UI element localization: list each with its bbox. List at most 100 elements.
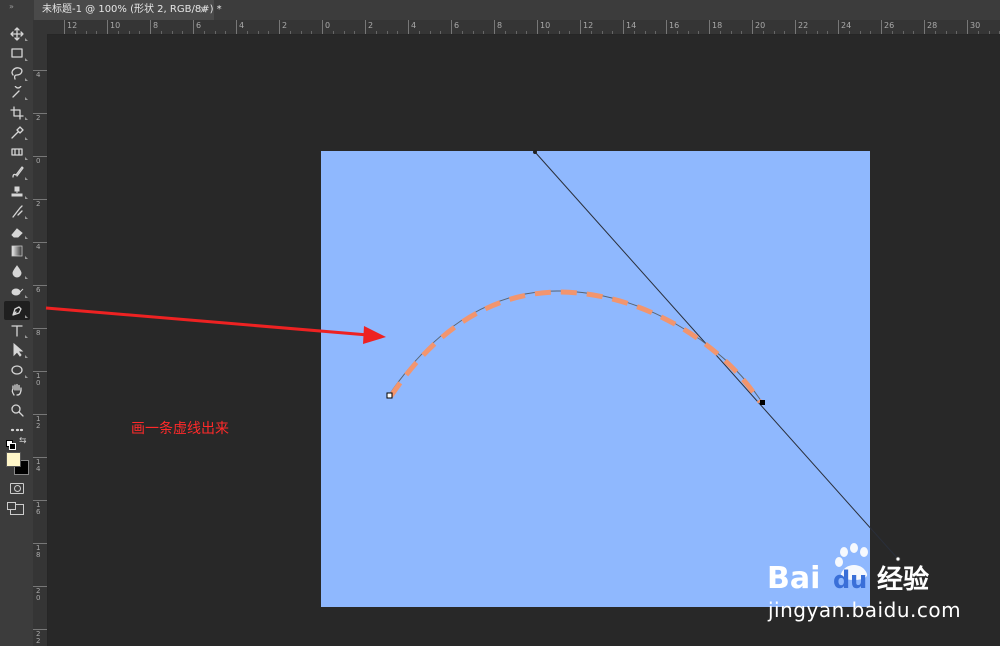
eraser-icon (11, 227, 23, 237)
tool-move[interactable] (4, 24, 30, 43)
pen-icon (12, 306, 22, 316)
tool-group-indicator (25, 295, 28, 299)
tool-dodge[interactable] (4, 281, 30, 300)
close-icon[interactable]: × (199, 0, 208, 20)
document-tab[interactable]: 未标题-1 @ 100% (形状 2, RGB/8#) * × (34, 0, 222, 20)
default-colors-icon[interactable] (6, 440, 16, 450)
quick-mask-icon[interactable] (10, 483, 24, 494)
ruler-label: 16 (669, 21, 680, 30)
tool-group-indicator (25, 117, 28, 121)
tool-history-brush[interactable] (4, 202, 30, 221)
tool-group-indicator (25, 77, 28, 81)
horizontal-ruler[interactable]: 12 10 8 6 4 2 0 2 4 6 8 10 12 14 16 18 20 22 24 26 28 30 (33, 20, 1000, 35)
tool-eraser[interactable] (4, 222, 30, 241)
ruler-minor-tick (504, 31, 506, 34)
ruler-minor-tick (440, 31, 442, 34)
tool-group-indicator (25, 196, 28, 200)
panel-collapse-icon[interactable]: » (9, 2, 15, 11)
ruler-label: 8 (153, 21, 159, 30)
ruler-minor-tick (257, 31, 259, 34)
ruler-minor-tick (343, 31, 345, 34)
ellipse-icon (11, 365, 23, 375)
tool-group-indicator (25, 335, 28, 338)
tool-group-indicator (25, 236, 28, 239)
ruler-tick (537, 20, 538, 34)
ruler-minor-tick (526, 31, 528, 34)
screen-mode-icon[interactable] (7, 502, 24, 515)
ruler-label: 14 (626, 21, 637, 30)
ruler-label: 2 (36, 200, 41, 208)
document-canvas[interactable] (321, 151, 870, 607)
tool-pen[interactable] (4, 301, 30, 321)
ruler-minor-tick (74, 31, 76, 34)
quick-select-icon (12, 85, 22, 98)
foreground-color-swatch[interactable] (6, 452, 21, 467)
tool-group-indicator (25, 176, 28, 180)
ruler-minor-tick (612, 31, 614, 34)
tool-eyedropper[interactable] (4, 123, 30, 142)
ruler-label: 6 (454, 21, 460, 30)
tool-path-select[interactable] (4, 341, 30, 360)
ruler-label: 22 (798, 21, 809, 30)
ruler-tick (838, 20, 839, 34)
swap-colors-icon[interactable]: ⇆ (19, 436, 27, 446)
ruler-minor-tick (214, 31, 216, 34)
tool-blur[interactable] (4, 262, 30, 281)
ruler-label: 20 (755, 21, 766, 30)
ruler-minor-tick (934, 31, 936, 34)
tool-rect-marquee[interactable] (4, 44, 30, 63)
ruler-minor-tick (601, 31, 603, 34)
tool-lasso[interactable] (4, 64, 30, 83)
ruler-minor-tick (96, 31, 98, 34)
vertical-ruler[interactable]: 4 2 0 2 4 6 8 10 12 14 16 18 20 22 (33, 34, 48, 646)
tool-stamp[interactable] (4, 182, 30, 201)
ruler-label: 4 (239, 21, 245, 30)
ruler-label: 18 (712, 21, 723, 30)
ruler-tick (924, 20, 925, 34)
ruler-minor-tick (332, 31, 334, 34)
eyedropper-icon (11, 125, 24, 139)
ruler-label: 4 (36, 243, 41, 251)
tool-brush[interactable] (4, 163, 30, 182)
ruler-label: 16 (36, 501, 41, 516)
tool-spot-heal[interactable] (4, 143, 30, 162)
ruler-minor-tick (848, 31, 850, 34)
ruler-minor-tick (741, 31, 743, 34)
ruler-label: 4 (411, 21, 417, 30)
tools-panel: » ⇆ (0, 2, 34, 646)
tool-crop[interactable] (4, 103, 30, 122)
tool-gradient[interactable] (4, 242, 30, 261)
tool-quick-select[interactable] (4, 83, 30, 102)
ruler-tick (580, 20, 581, 34)
path-select-icon (13, 343, 24, 358)
ruler-minor-tick (762, 31, 764, 34)
tool-group-indicator (25, 354, 28, 358)
tool-hand[interactable] (4, 380, 30, 399)
blur-icon (12, 265, 22, 278)
ruler-tick (193, 20, 194, 34)
baidu-logo-icon: Bai du 经验 (767, 543, 929, 596)
logo-jingyan: 经验 (877, 564, 929, 595)
ruler-minor-tick (945, 31, 947, 34)
ruler-minor-tick (354, 31, 356, 34)
ruler-minor-tick (891, 31, 893, 34)
tool-type[interactable] (4, 321, 30, 340)
tool-zoom[interactable] (4, 400, 30, 419)
document-tab-title: 未标题-1 @ 100% (形状 2, RGB/8#) * (42, 4, 222, 15)
ruler-minor-tick (827, 31, 829, 34)
ruler-tick (107, 20, 108, 34)
ruler-minor-tick (461, 31, 463, 34)
ruler-minor-tick (730, 31, 732, 34)
ruler-minor-tick (956, 31, 958, 34)
tool-group-indicator (25, 374, 28, 378)
ruler-minor-tick (644, 31, 646, 34)
ruler-label: 22 (36, 630, 41, 645)
ruler-label: 8 (36, 329, 41, 337)
watermark-url: jingyan.baidu.com (768, 598, 962, 622)
brush-icon (12, 166, 24, 178)
ruler-label: 24 (841, 21, 852, 30)
ruler-minor-tick (676, 31, 678, 34)
ruler-label: 4 (36, 71, 41, 79)
tool-ellipse[interactable] (4, 361, 30, 380)
ruler-label: 20 (36, 587, 41, 602)
